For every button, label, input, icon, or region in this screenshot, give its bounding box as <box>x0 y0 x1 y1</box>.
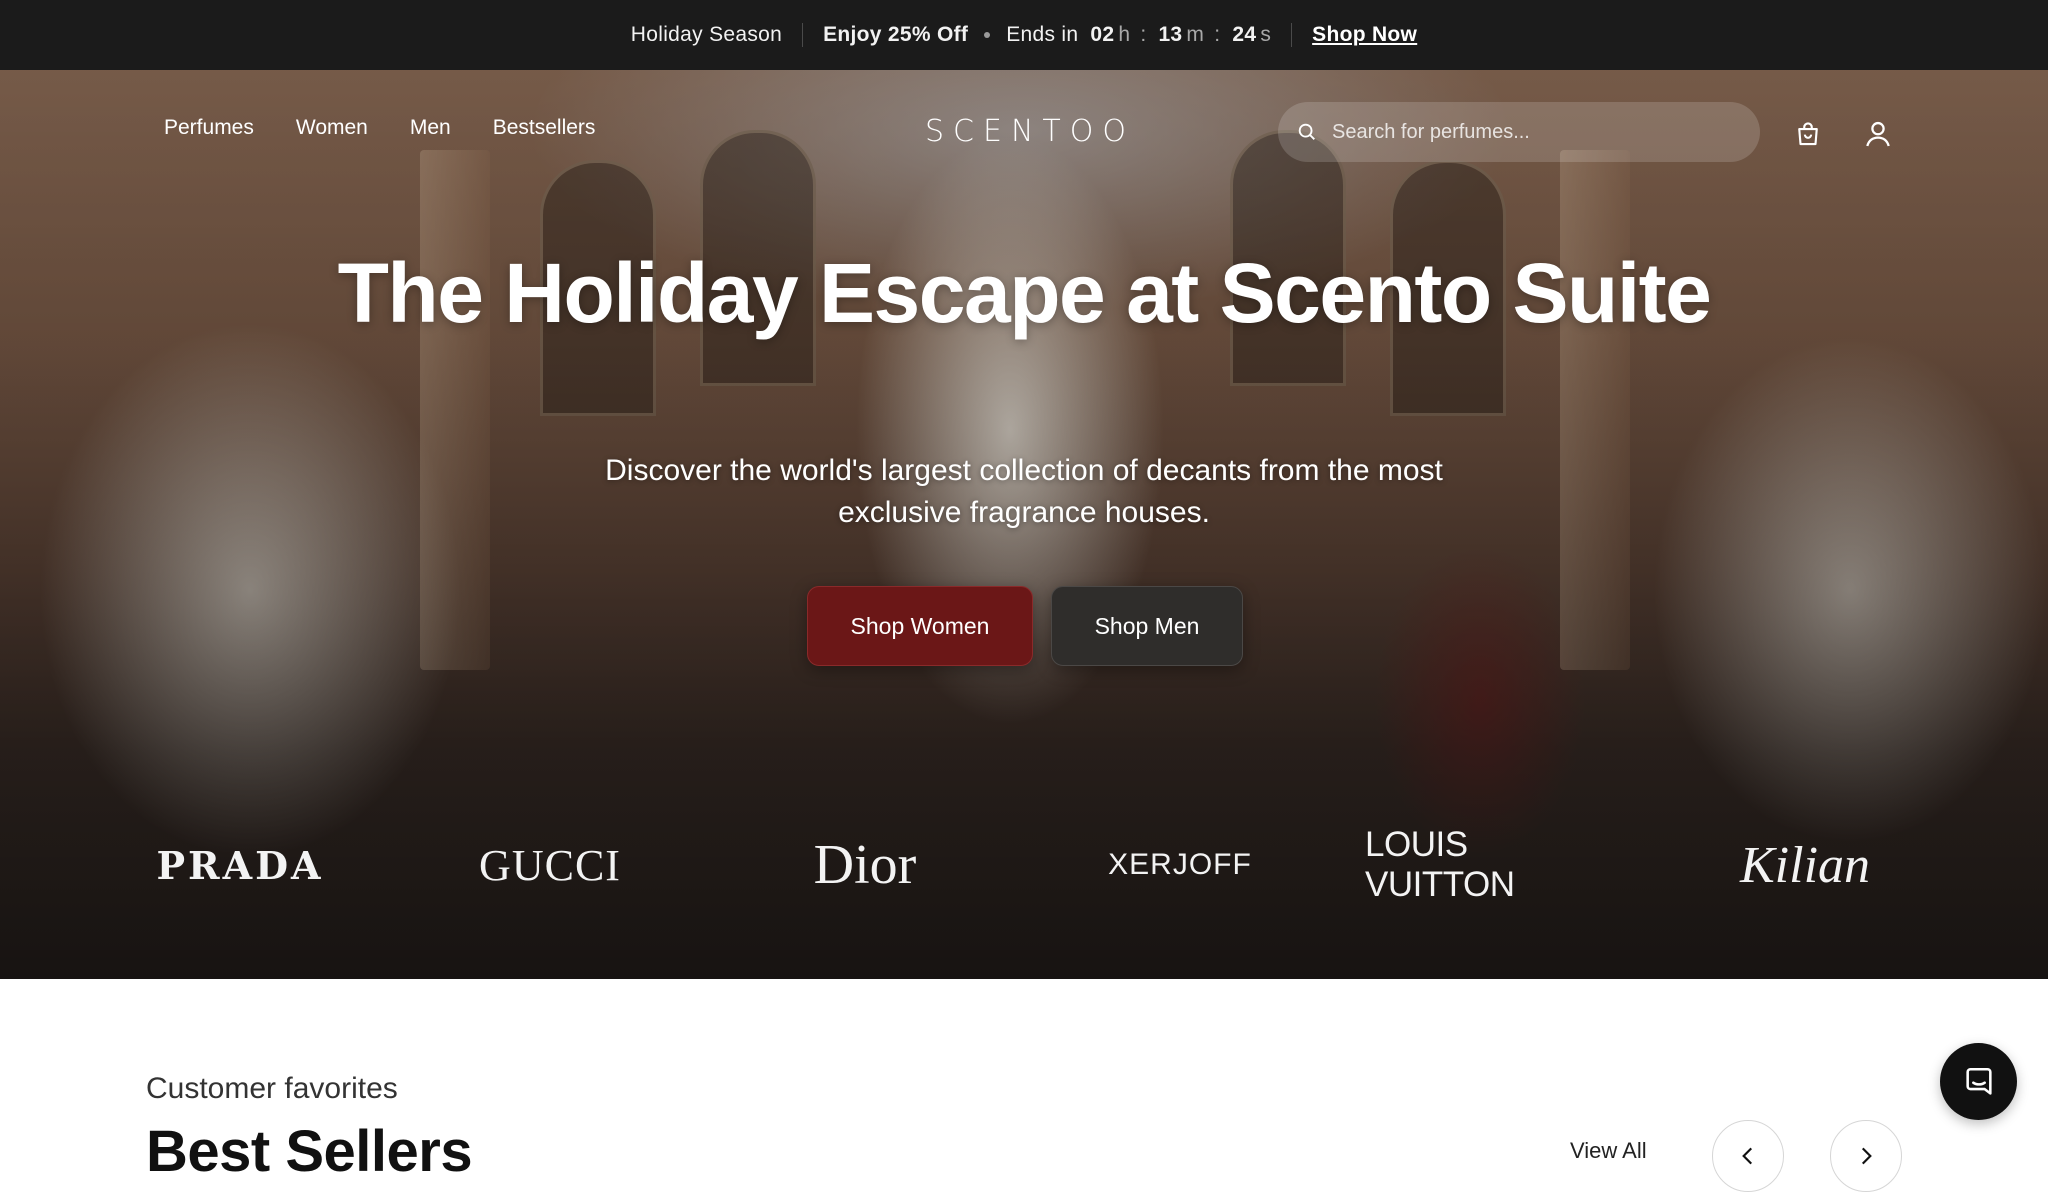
divider <box>1291 23 1293 47</box>
brand-louis-vuitton[interactable]: LOUIS VUITTON <box>1365 825 1615 905</box>
search-input[interactable] <box>1330 119 1734 145</box>
carousel-next-button[interactable] <box>1830 1120 1902 1192</box>
countdown-seconds-unit: s <box>1260 23 1272 46</box>
brand-kilian[interactable]: Kilian <box>1735 825 1875 905</box>
nav-link-men[interactable]: Men <box>410 116 451 140</box>
main-nav: Perfumes Women Men Bestsellers SCENTOO <box>0 70 2048 194</box>
carousel-prev-button[interactable] <box>1712 1120 1784 1192</box>
hero-subtitle: Discover the world's largest collection … <box>605 454 1443 529</box>
countdown-seconds: 24 <box>1232 23 1257 46</box>
chevron-right-icon <box>1861 1147 1872 1165</box>
brand-gucci[interactable]: GUCCI <box>470 825 630 905</box>
countdown-hours: 02 <box>1090 23 1115 46</box>
hero-title: The Holiday Escape at Scento Suite <box>337 246 1712 340</box>
chat-icon <box>1965 1067 1992 1095</box>
dot-separator <box>984 32 991 38</box>
site-logo[interactable]: SCENTOO <box>925 114 1135 149</box>
countdown-label: Ends in <box>1006 23 1079 46</box>
section-kicker: Customer favorites <box>146 1072 398 1105</box>
nav-link-perfumes[interactable]: Perfumes <box>164 116 254 140</box>
nav-links: Perfumes Women Men Bestsellers <box>164 116 595 140</box>
search-icon <box>1298 123 1315 140</box>
brand-logos: PRADA GUCCI Dior XERJOFF LOUIS VUITTON K… <box>0 825 2048 905</box>
divider <box>802 23 804 47</box>
search-bar[interactable] <box>1278 102 1760 162</box>
chat-launcher-button[interactable] <box>1940 1043 2017 1120</box>
announcement-bar: Holiday Season Enjoy 25% Off Ends in 02 … <box>0 0 2048 70</box>
nav-link-women[interactable]: Women <box>296 116 368 140</box>
brand-xerjoff[interactable]: XERJOFF <box>1100 825 1260 905</box>
brand-prada[interactable]: PRADA <box>150 825 330 905</box>
brand-dior[interactable]: Dior <box>800 825 930 905</box>
nav-link-bestsellers[interactable]: Bestsellers <box>493 116 596 140</box>
promo-offer: Enjoy 25% Off <box>823 23 969 46</box>
user-icon[interactable] <box>1860 116 1896 152</box>
chevron-left-icon <box>1742 1147 1753 1165</box>
shop-now-link[interactable]: Shop Now <box>1312 23 1417 47</box>
countdown-minutes: 13 <box>1158 23 1183 46</box>
view-all-link[interactable]: View All <box>1570 1138 1647 1164</box>
countdown-colon: : <box>1214 23 1221 46</box>
countdown-hours-unit: h <box>1118 23 1131 46</box>
shop-men-button[interactable]: Shop Men <box>1051 586 1243 666</box>
shop-women-button[interactable]: Shop Women <box>807 586 1033 666</box>
promo-label: Holiday Season <box>630 23 783 46</box>
countdown-minutes-unit: m <box>1186 23 1205 46</box>
countdown-colon: : <box>1140 23 1147 46</box>
shopping-bag-icon[interactable] <box>1790 116 1826 152</box>
